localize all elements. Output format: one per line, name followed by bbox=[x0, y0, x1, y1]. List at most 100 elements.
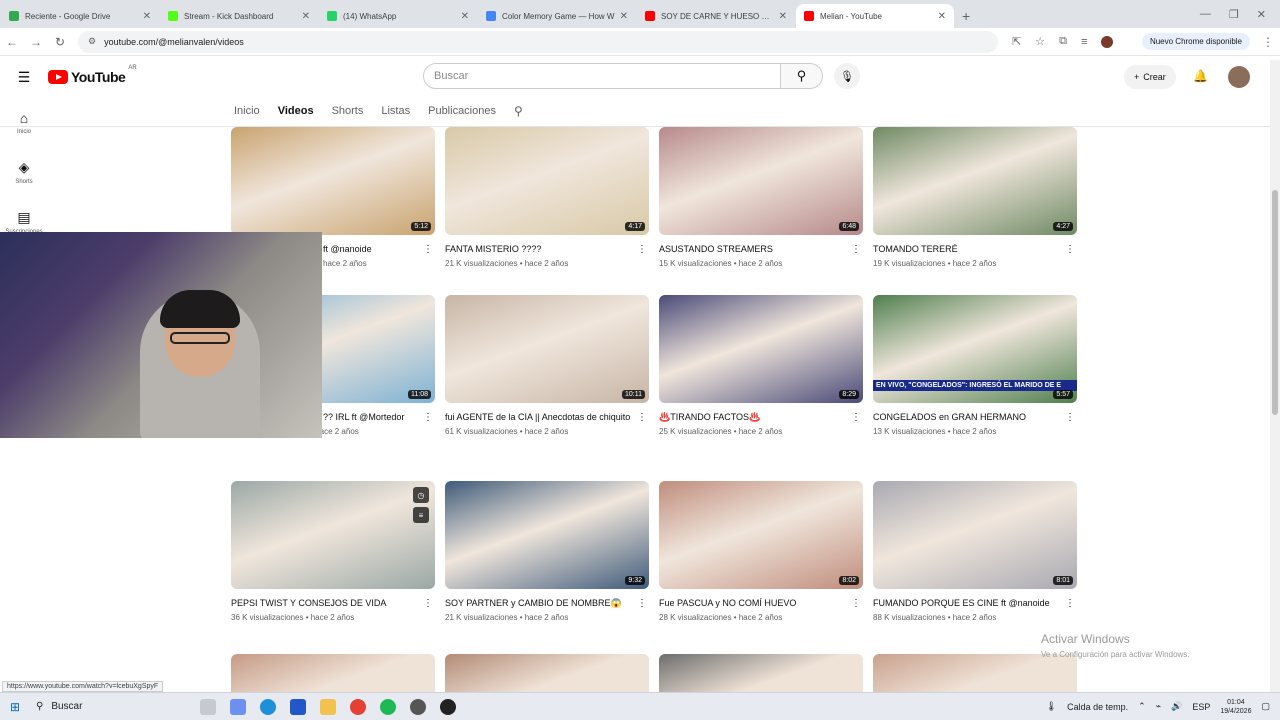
create-button[interactable]: + Crear bbox=[1124, 65, 1176, 89]
spotify-icon[interactable] bbox=[380, 698, 396, 715]
browser-tab[interactable]: SOY DE CARNE Y HUESO 😵 - ✕ bbox=[637, 4, 795, 28]
video-thumbnail[interactable]: 4:17 bbox=[445, 127, 649, 235]
browser-tab[interactable]: (14) WhatsApp ✕ bbox=[319, 4, 477, 28]
video-thumbnail[interactable] bbox=[659, 654, 863, 692]
back-icon[interactable]: ← bbox=[0, 35, 24, 49]
bookmark-star-icon[interactable]: ☆ bbox=[1035, 35, 1045, 48]
video-thumbnail[interactable]: 8:02 bbox=[659, 481, 863, 589]
video-card-partial[interactable] bbox=[659, 654, 863, 692]
video-thumbnail[interactable]: 5:12 bbox=[231, 127, 435, 235]
network-icon[interactable]: ⌁ bbox=[1156, 701, 1161, 712]
more-actions-icon[interactable]: ⋮ bbox=[1065, 244, 1075, 255]
clock[interactable]: 01:04 19/4/2026 bbox=[1220, 698, 1251, 716]
video-title[interactable]: TOMANDO TERERÉ bbox=[873, 243, 1059, 256]
video-thumbnail[interactable] bbox=[445, 654, 649, 692]
browser-tab[interactable]: Stream - Kick Dashboard ✕ bbox=[160, 4, 318, 28]
store-icon[interactable] bbox=[290, 698, 306, 715]
site-info-icon[interactable]: ⚙ bbox=[88, 36, 96, 47]
more-actions-icon[interactable]: ⋮ bbox=[637, 244, 647, 255]
media-control-icon[interactable]: ≡ bbox=[1081, 36, 1087, 48]
video-card[interactable]: 8:01 FUMANDO PORQUE ES CINE ft @nanoide 88… bbox=[873, 481, 1077, 622]
search-button[interactable]: ⚲ bbox=[781, 63, 823, 89]
search-input[interactable]: Buscar bbox=[423, 63, 781, 89]
youtube-logo[interactable]: YouTube AR bbox=[48, 65, 137, 85]
account-avatar[interactable] bbox=[1228, 66, 1250, 88]
video-title[interactable]: ASUSTANDO STREAMERS bbox=[659, 243, 845, 256]
more-actions-icon[interactable]: ⋮ bbox=[1065, 598, 1075, 609]
language-indicator[interactable]: ESP bbox=[1192, 702, 1210, 712]
scrollbar-thumb[interactable] bbox=[1272, 190, 1278, 415]
video-thumbnail[interactable] bbox=[231, 654, 435, 692]
video-thumbnail[interactable]: 10:11 bbox=[445, 295, 649, 403]
hamburger-menu-icon[interactable]: ☰ bbox=[0, 69, 48, 86]
video-thumbnail[interactable]: 4:27 bbox=[873, 127, 1077, 235]
channel-search-icon[interactable]: ⚲ bbox=[514, 104, 523, 118]
windows-start-icon[interactable]: ⊞ bbox=[0, 700, 30, 714]
more-actions-icon[interactable]: ⋮ bbox=[423, 598, 433, 609]
browser-tab[interactable]: Color Memory Game — How W ✕ bbox=[478, 4, 636, 28]
video-thumbnail[interactable]: EN VIVO, "CONGELADOS": INGRESÓ EL MARIDO… bbox=[873, 295, 1077, 403]
copilot-icon[interactable] bbox=[230, 698, 246, 715]
video-card[interactable]: 4:17 FANTA MISTERIO ???? 21 K visualizacio… bbox=[445, 127, 649, 268]
sidebar-item-inicio[interactable]: ⌂ Inicio bbox=[0, 97, 48, 147]
browser-tab[interactable]: Reciente - Google Drive ✕ bbox=[1, 4, 159, 28]
add-to-queue-icon[interactable]: ≡ bbox=[413, 507, 429, 523]
taskbar-search[interactable]: ⚲ Buscar bbox=[30, 701, 170, 712]
video-thumbnail[interactable]: 9:32 bbox=[445, 481, 649, 589]
video-title[interactable]: CONGELADOS en GRAN HERMANO bbox=[873, 411, 1059, 424]
video-card-partial[interactable] bbox=[445, 654, 649, 692]
settings-icon[interactable] bbox=[410, 698, 426, 715]
video-card[interactable]: 9:32 SOY PARTNER y CAMBIO DE NOMBRE😱 21 K … bbox=[445, 481, 649, 622]
more-actions-icon[interactable]: ⋮ bbox=[423, 412, 433, 423]
task-view-icon[interactable] bbox=[200, 698, 216, 715]
tab-inicio[interactable]: Inicio bbox=[234, 105, 260, 117]
video-thumbnail[interactable]: ◷ ≡ bbox=[231, 481, 435, 589]
notifications-icon[interactable]: ▢ bbox=[1261, 701, 1270, 712]
close-window-icon[interactable]: ✕ bbox=[1257, 8, 1266, 21]
more-actions-icon[interactable]: ⋮ bbox=[851, 412, 861, 423]
file-explorer-icon[interactable] bbox=[320, 698, 336, 715]
chrome-menu-icon[interactable]: ⋮ bbox=[1256, 35, 1280, 49]
video-card[interactable]: 4:27 TOMANDO TERERÉ 19 K visualizaciones •… bbox=[873, 127, 1077, 268]
close-tab-icon[interactable]: ✕ bbox=[461, 11, 469, 22]
video-card[interactable]: 6:48 ASUSTANDO STREAMERS 15 K visualizacio… bbox=[659, 127, 863, 268]
obs-icon[interactable] bbox=[440, 698, 456, 715]
tab-shorts[interactable]: Shorts bbox=[332, 105, 364, 117]
more-actions-icon[interactable]: ⋮ bbox=[637, 412, 647, 423]
close-tab-icon[interactable]: ✕ bbox=[938, 11, 946, 22]
video-card[interactable]: 8:29 ♨️TIRANDO FACTOS♨️ 25 K visualizacion… bbox=[659, 295, 863, 436]
extensions-icon[interactable]: ⧉ bbox=[1059, 35, 1067, 48]
edge-icon[interactable] bbox=[260, 698, 276, 715]
watch-later-icon[interactable]: ◷ bbox=[413, 487, 429, 503]
video-card[interactable]: ◷ ≡ PEPSI TWIST Y CONSEJOS DE VIDA 36 K vis… bbox=[231, 481, 435, 622]
video-title[interactable]: FUMANDO PORQUE ES CINE ft @nanoide bbox=[873, 597, 1059, 610]
browser-tab[interactable]: Melian - YouTube ✕ bbox=[796, 4, 954, 28]
profile-icon[interactable] bbox=[1101, 35, 1114, 48]
video-thumbnail[interactable]: 6:48 bbox=[659, 127, 863, 235]
video-card[interactable]: 8:02 Fue PASCUA y NO COMÍ HUEVO 28 K visua… bbox=[659, 481, 863, 622]
video-title[interactable]: ♨️TIRANDO FACTOS♨️ bbox=[659, 411, 845, 424]
video-title[interactable]: PEPSI TWIST Y CONSEJOS DE VIDA bbox=[231, 597, 417, 610]
sidebar-item-shorts[interactable]: ◈ Shorts bbox=[0, 147, 48, 197]
notifications-bell-icon[interactable]: 🔔 bbox=[1193, 69, 1208, 83]
more-actions-icon[interactable]: ⋮ bbox=[1065, 412, 1075, 423]
video-thumbnail[interactable]: 8:01 bbox=[873, 481, 1077, 589]
forward-icon[interactable]: → bbox=[24, 35, 48, 49]
tab-listas[interactable]: Listas bbox=[381, 105, 410, 117]
video-card[interactable]: EN VIVO, "CONGELADOS": INGRESÓ EL MARIDO… bbox=[873, 295, 1077, 436]
video-title[interactable]: fui AGENTE de la CIA || Anecdotas de chi… bbox=[445, 411, 631, 424]
video-title[interactable]: SOY PARTNER y CAMBIO DE NOMBRE😱 bbox=[445, 597, 631, 610]
volume-icon[interactable]: 🔊 bbox=[1171, 701, 1182, 712]
video-card[interactable]: 10:11 fui AGENTE de la CIA || Anecdotas d… bbox=[445, 295, 649, 436]
new-tab-icon[interactable]: + bbox=[962, 8, 970, 24]
url-bar[interactable]: ⚙ youtube.com/@melianvalen/videos bbox=[78, 30, 998, 53]
chrome-update-button[interactable]: Nuevo Chrome disponible bbox=[1141, 33, 1250, 50]
close-tab-icon[interactable]: ✕ bbox=[779, 11, 787, 22]
more-actions-icon[interactable]: ⋮ bbox=[851, 244, 861, 255]
video-thumbnail[interactable]: 8:29 bbox=[659, 295, 863, 403]
close-tab-icon[interactable]: ✕ bbox=[302, 11, 310, 22]
weather-label[interactable]: Calda de temp. bbox=[1067, 702, 1128, 712]
page-scrollbar[interactable] bbox=[1270, 60, 1280, 692]
reload-icon[interactable]: ↻ bbox=[48, 35, 72, 49]
weather-icon[interactable]: 🌡 bbox=[1046, 701, 1057, 712]
